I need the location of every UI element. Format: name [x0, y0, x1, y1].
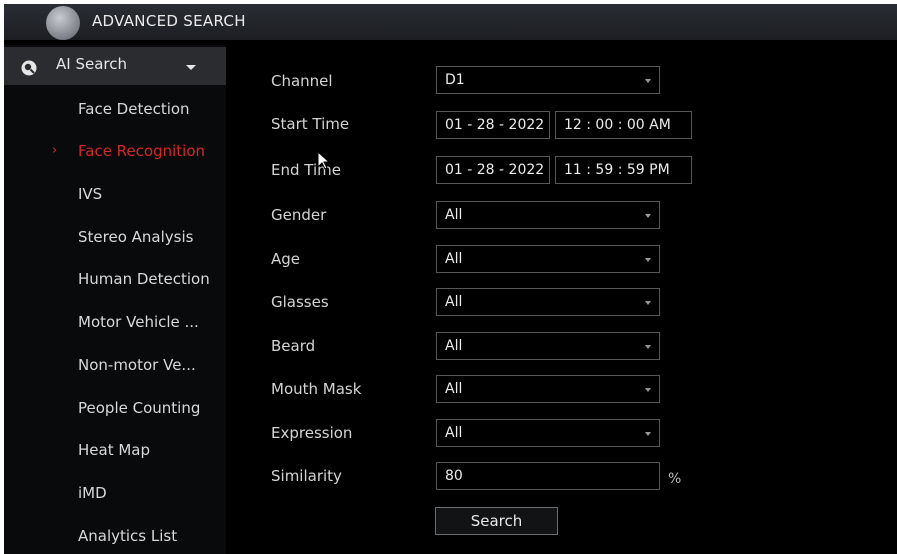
age-value: All — [445, 251, 463, 267]
search-button[interactable]: Search — [435, 507, 558, 535]
channel-value: D1 — [445, 72, 465, 88]
dropdown-arrow-icon — [645, 388, 651, 392]
ai-search-menu[interactable]: AI Search — [4, 47, 226, 85]
mouse-cursor-icon — [317, 151, 331, 170]
dropdown-arrow-icon — [645, 301, 651, 305]
start-time-field[interactable]: 12 : 00 : 00 AM — [555, 111, 692, 139]
sidebar: AI Search Face Detection › Face Recognit… — [4, 45, 226, 554]
beard-select[interactable]: All — [436, 332, 660, 360]
sidebar-item-analytics-list[interactable]: Analytics List — [78, 527, 177, 545]
glasses-value: All — [445, 294, 463, 310]
ai-search-label: AI Search — [56, 55, 127, 73]
chevron-down-icon — [186, 65, 196, 70]
dropdown-arrow-icon — [645, 214, 651, 218]
dropdown-arrow-icon — [645, 432, 651, 436]
sidebar-item-imd[interactable]: iMD — [78, 484, 107, 502]
start-date-field[interactable]: 01 - 28 - 2022 — [436, 111, 550, 139]
sidebar-item-stereo-analysis[interactable]: Stereo Analysis — [78, 228, 193, 246]
sidebar-item-face-detection[interactable]: Face Detection — [78, 100, 190, 118]
gender-value: All — [445, 207, 463, 223]
title-bar: ADVANCED SEARCH — [4, 4, 897, 40]
expression-label: Expression — [271, 424, 353, 442]
sidebar-item-heat-map[interactable]: Heat Map — [78, 441, 150, 459]
page-title: ADVANCED SEARCH — [92, 12, 246, 30]
dropdown-arrow-icon — [645, 345, 651, 349]
end-time-field[interactable]: 11 : 59 : 59 PM — [555, 156, 692, 184]
chevron-right-icon: › — [52, 143, 58, 158]
end-date-field[interactable]: 01 - 28 - 2022 — [436, 156, 550, 184]
sidebar-item-face-recognition[interactable]: Face Recognition — [78, 142, 205, 160]
channel-select[interactable]: D1 — [436, 66, 660, 94]
sidebar-item-ivs[interactable]: IVS — [78, 185, 102, 203]
dropdown-arrow-icon — [645, 79, 651, 83]
mouth-mask-select[interactable]: All — [436, 375, 660, 403]
sidebar-item-non-motor-vehicle[interactable]: Non-motor Ve... — [78, 356, 196, 374]
advanced-search-window: ADVANCED SEARCH AI Search Face Detection… — [4, 4, 897, 554]
glasses-select[interactable]: All — [436, 288, 660, 316]
glasses-label: Glasses — [271, 293, 329, 311]
gender-label: Gender — [271, 206, 327, 224]
mouth-mask-label: Mouth Mask — [271, 380, 362, 398]
gender-select[interactable]: All — [436, 201, 660, 229]
ai-search-icon — [21, 60, 37, 76]
expression-value: All — [445, 425, 463, 441]
mouth-mask-value: All — [445, 381, 463, 397]
percent-unit: % — [668, 471, 682, 487]
app-logo-icon — [46, 6, 80, 40]
age-select[interactable]: All — [436, 245, 660, 273]
channel-label: Channel — [271, 72, 333, 90]
dropdown-arrow-icon — [645, 258, 651, 262]
sidebar-item-motor-vehicle[interactable]: Motor Vehicle ... — [78, 313, 199, 331]
beard-label: Beard — [271, 337, 316, 355]
similarity-label: Similarity — [271, 467, 342, 485]
similarity-input[interactable]: 80 — [436, 462, 660, 490]
beard-value: All — [445, 338, 463, 354]
expression-select[interactable]: All — [436, 419, 660, 447]
sidebar-item-people-counting[interactable]: People Counting — [78, 399, 200, 417]
sidebar-item-human-detection[interactable]: Human Detection — [78, 270, 210, 288]
age-label: Age — [271, 250, 301, 268]
start-time-label: Start Time — [271, 115, 350, 133]
